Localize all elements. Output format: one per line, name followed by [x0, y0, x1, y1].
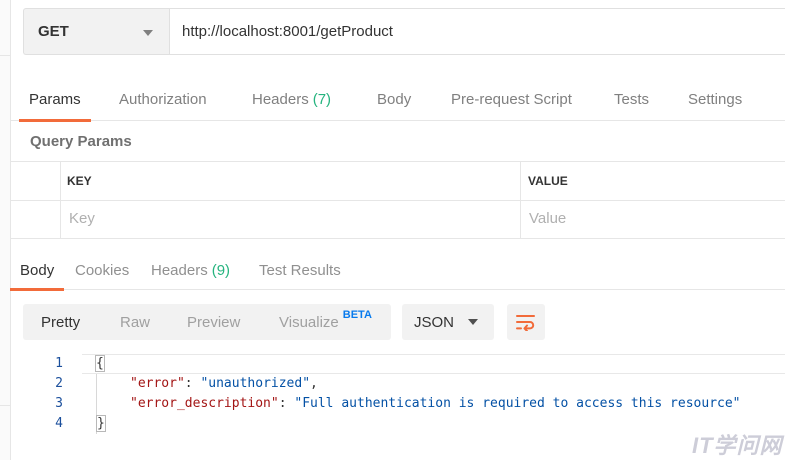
param-key-input[interactable]: Key: [69, 210, 95, 227]
beta-badge: BETA: [342, 309, 372, 321]
url-text: http://localhost:8001/getProduct: [182, 23, 393, 40]
json-string-value: "Full authentication is required to acce…: [294, 396, 741, 411]
response-tabs: Body Cookies Headers (9) Test Results: [10, 250, 785, 291]
format-select-value: JSON: [414, 313, 455, 331]
tab-params[interactable]: Params: [19, 77, 91, 122]
wrap-lines-button[interactable]: [507, 304, 545, 340]
code-line: 3 "error_description": "Full authenticat…: [11, 394, 785, 414]
tab-response-body[interactable]: Body: [10, 250, 65, 291]
table-divider: [11, 200, 785, 201]
line-number: 4: [55, 416, 63, 431]
response-body-editor[interactable]: 1 { 2 "error": "unauthorized", 3 "error_…: [11, 350, 785, 440]
json-comma: ,: [310, 376, 318, 391]
active-tab-indicator: [19, 119, 91, 122]
visualize-button[interactable]: Visualize BETA: [279, 304, 372, 340]
pretty-button[interactable]: Pretty: [41, 304, 80, 340]
left-panel-edge: [0, 0, 11, 460]
method-label: GET: [38, 23, 69, 40]
column-header-value: VALUE: [528, 174, 568, 188]
wrap-lines-icon: [516, 315, 535, 331]
json-separator: :: [184, 376, 201, 391]
tab-authorization[interactable]: Authorization: [119, 77, 207, 121]
table-divider: [520, 162, 521, 238]
query-params-title: Query Params: [30, 133, 132, 150]
query-params-table: KEY VALUE Key Value: [11, 161, 785, 239]
tab-settings[interactable]: Settings: [688, 77, 742, 121]
line-number: 3: [55, 396, 63, 411]
tab-cookies[interactable]: Cookies: [75, 250, 129, 290]
left-panel-divider: [0, 405, 11, 406]
tab-test-results[interactable]: Test Results: [259, 250, 341, 290]
format-select[interactable]: JSON: [402, 304, 494, 340]
raw-button[interactable]: Raw: [120, 304, 150, 340]
request-tabs: Params Authorization Headers (7) Body Pr…: [11, 77, 785, 122]
left-panel-divider: [0, 55, 11, 56]
table-divider: [60, 162, 61, 238]
headers-count: (7): [312, 90, 332, 108]
line-number: 2: [55, 376, 63, 391]
param-value-input[interactable]: Value: [529, 210, 566, 227]
format-buttons: Pretty Raw Preview Visualize BETA: [23, 304, 391, 340]
json-string-value: "unauthorized": [200, 376, 311, 391]
json-close-brace: }: [96, 415, 106, 432]
json-open-brace: {: [95, 355, 105, 372]
line-number: 1: [55, 356, 63, 371]
chevron-down-icon: [143, 30, 153, 36]
tab-pre-request-script[interactable]: Pre-request Script: [451, 77, 572, 121]
json-key: "error_description": [130, 396, 279, 411]
tab-tests[interactable]: Tests: [614, 77, 649, 121]
json-key: "error": [130, 376, 185, 391]
preview-button[interactable]: Preview: [187, 304, 240, 340]
tab-headers[interactable]: Headers (7): [252, 77, 331, 121]
watermark-logo: IT学问网: [692, 433, 783, 458]
tab-response-headers[interactable]: Headers (9): [151, 250, 230, 290]
code-line: 1 {: [11, 354, 785, 374]
method-select[interactable]: GET: [23, 8, 169, 55]
tab-body[interactable]: Body: [377, 77, 411, 121]
url-input[interactable]: http://localhost:8001/getProduct: [169, 8, 785, 55]
response-headers-count: (9): [211, 261, 231, 279]
code-line: 4 }: [11, 414, 785, 434]
chevron-down-icon: [468, 319, 478, 325]
code-line: 2 "error": "unauthorized",: [11, 374, 785, 394]
column-header-key: KEY: [67, 174, 92, 188]
json-separator: :: [278, 396, 295, 411]
active-tab-indicator: [10, 288, 65, 291]
